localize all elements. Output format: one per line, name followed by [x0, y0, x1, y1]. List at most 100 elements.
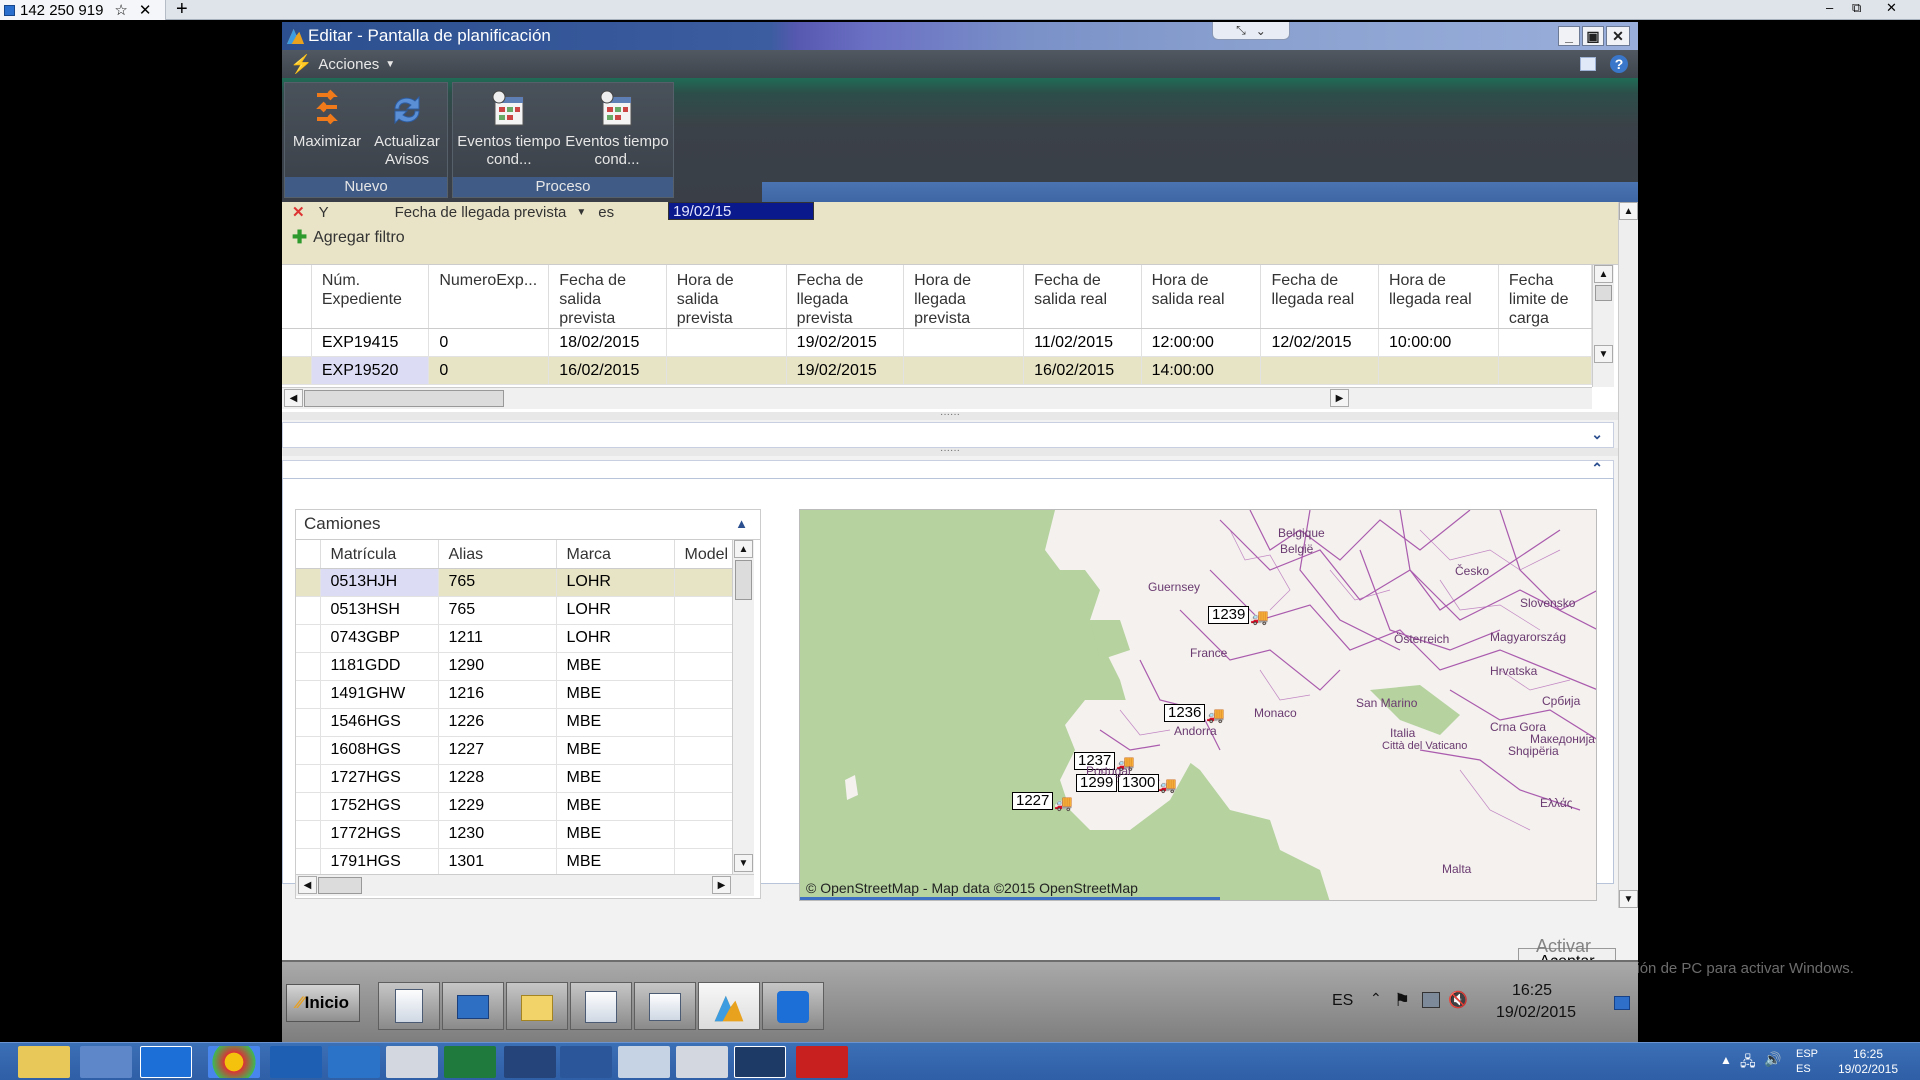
col-header[interactable]: Fecha de salida prevista [548, 265, 667, 329]
taskbar-app-server[interactable] [378, 982, 440, 1030]
filter-field-dropdown-icon[interactable]: ▼ [576, 207, 586, 218]
table-cell[interactable]: 0 [428, 356, 550, 385]
table-cell[interactable]: MBE [556, 792, 675, 821]
table-cell[interactable]: MBE [556, 764, 675, 793]
notepad-icon[interactable] [618, 1046, 670, 1078]
host-clock[interactable]: 16:25 19/02/2015 [1820, 1047, 1916, 1077]
table-cell[interactable] [674, 568, 732, 597]
maximize-window-button[interactable]: ▣ [1582, 26, 1604, 46]
maximize-button[interactable]: Maximizar [287, 87, 367, 151]
network-computer-icon[interactable] [80, 1046, 132, 1078]
row-selector[interactable] [296, 792, 321, 821]
col-header[interactable]: NumeroExp... [428, 265, 550, 329]
driving-time-events-button-2[interactable]: Eventos tiempo cond... [565, 87, 669, 169]
scroll-up-icon[interactable]: ▲ [1594, 265, 1613, 283]
chevron-up-icon[interactable]: ▲ [735, 516, 748, 531]
row-selector[interactable] [296, 680, 321, 709]
table-cell[interactable]: 1211 [438, 624, 557, 653]
col-header[interactable]: Fecha de llegada prevista [786, 265, 905, 329]
volume-muted-icon[interactable]: 🔇 [1448, 990, 1468, 1010]
table-row[interactable]: 0513HSH 765 LOHR [296, 596, 732, 625]
truck-icon[interactable]: 🚚 [1158, 776, 1177, 794]
driving-time-events-button-1[interactable]: Eventos tiempo cond... [457, 87, 561, 169]
host-language[interactable]: ESP ES [1796, 1047, 1818, 1077]
table-cell[interactable]: MBE [556, 680, 675, 709]
table-row-selected[interactable]: 0513HJH 765 LOHR [296, 568, 732, 597]
row-selector[interactable] [296, 764, 321, 793]
lync-icon[interactable] [328, 1046, 380, 1078]
taskbar-app-teamviewer[interactable] [762, 982, 824, 1030]
row-selector[interactable] [282, 356, 312, 385]
col-header[interactable]: Marca [556, 540, 675, 569]
table-row[interactable]: 1772HGS 1230 MBE [296, 820, 732, 849]
table-row[interactable]: 1791HGS 1301 MBE [296, 848, 732, 874]
table-cell[interactable]: LOHR [556, 596, 675, 625]
network-icon[interactable]: 🖧 [1740, 1051, 1756, 1075]
row-selector[interactable] [296, 596, 321, 625]
new-tab-button[interactable]: + [176, 0, 188, 21]
filter-operator[interactable]: es [598, 204, 614, 221]
col-header[interactable]: Hora de salida real [1141, 265, 1262, 329]
table-cell[interactable] [666, 356, 787, 385]
table-cell[interactable]: 0513HJH [320, 568, 439, 597]
table-cell[interactable] [903, 356, 1025, 385]
table-cell[interactable]: MBE [556, 736, 675, 765]
pin-icon[interactable]: ⤡ [1236, 23, 1246, 38]
table-cell[interactable]: LOHR [556, 624, 675, 653]
table-cell[interactable]: MBE [556, 708, 675, 737]
scroll-thumb[interactable] [304, 390, 504, 407]
filter-value-input[interactable]: 19/02/15 [668, 202, 814, 220]
grid-horizontal-scrollbar[interactable]: ◀ ▶ [282, 387, 1592, 409]
table-row[interactable]: 1181GDD 1290 MBE [296, 652, 732, 681]
row-selector[interactable] [296, 820, 321, 849]
col-header[interactable]: Model [674, 540, 732, 569]
col-header[interactable]: Hora de llegada real [1378, 265, 1499, 329]
table-cell[interactable]: 16/02/2015 [548, 356, 667, 385]
truck-marker-label[interactable]: 1239 [1208, 606, 1250, 624]
scroll-up-icon[interactable]: ▲ [734, 540, 753, 558]
table-cell[interactable]: 16/02/2015 [1023, 356, 1142, 385]
truck-icon[interactable]: 🚚 [1054, 794, 1073, 812]
table-cell[interactable]: EXP19520 [311, 356, 430, 385]
row-selector[interactable] [296, 652, 321, 681]
table-cell[interactable]: 1301 [438, 848, 557, 874]
flag-icon[interactable]: ⚑ [1394, 990, 1410, 1011]
col-header[interactable]: Fecha limite de carga [1498, 265, 1593, 329]
table-cell[interactable] [1378, 356, 1499, 385]
splitter-handle[interactable]: ······ [282, 410, 1618, 420]
col-header[interactable]: Hora de salida prevista [666, 265, 787, 329]
table-cell[interactable]: 1228 [438, 764, 557, 793]
table-cell[interactable]: 1608HGS [320, 736, 439, 765]
dock-control[interactable]: ⤡ ⌄ [1212, 22, 1290, 40]
filter-field[interactable]: Fecha de llegada prevista [395, 204, 567, 221]
col-header[interactable]: Fecha de llegada real [1260, 265, 1379, 329]
table-cell[interactable]: 12/02/2015 [1260, 328, 1379, 357]
report-icon-2[interactable] [676, 1046, 728, 1078]
table-cell[interactable] [674, 624, 732, 653]
acrobat-icon[interactable] [796, 1046, 848, 1078]
remove-filter-icon[interactable]: ✕ [292, 203, 305, 221]
add-filter-button[interactable]: ✚ Agregar filtro [292, 227, 405, 248]
minimize-window-button[interactable]: _ [1558, 26, 1580, 46]
scroll-right-icon[interactable]: ▶ [712, 876, 731, 894]
session-tab[interactable]: 142 250 919 ☆ ✕ [0, 0, 166, 20]
scroll-left-icon[interactable]: ◀ [298, 876, 317, 894]
dynamics-icon-2[interactable] [734, 1046, 786, 1078]
col-header[interactable]: Hora de llegada prevista [903, 265, 1025, 329]
table-row[interactable]: 1608HGS 1227 MBE [296, 736, 732, 765]
start-button[interactable]: ⁄⁄ Inicio [286, 984, 360, 1022]
table-cell[interactable] [674, 708, 732, 737]
row-selector[interactable] [296, 736, 321, 765]
col-header[interactable]: Fecha de salida real [1023, 265, 1142, 329]
report-icon[interactable] [386, 1046, 438, 1078]
table-row-selected[interactable]: EXP19520 0 16/02/2015 19/02/2015 16/02/2… [282, 356, 1593, 385]
table-cell[interactable] [674, 680, 732, 709]
trucks-vertical-scrollbar[interactable]: ▲ ▼ [732, 540, 754, 874]
table-cell[interactable]: 1226 [438, 708, 557, 737]
table-cell[interactable]: MBE [556, 820, 675, 849]
scroll-left-icon[interactable]: ◀ [284, 389, 303, 407]
star-icon[interactable]: ☆ [114, 1, 127, 19]
scroll-down-icon[interactable]: ▼ [1619, 890, 1638, 908]
col-header[interactable]: Matrícula [320, 540, 439, 569]
table-cell[interactable]: 765 [438, 596, 557, 625]
